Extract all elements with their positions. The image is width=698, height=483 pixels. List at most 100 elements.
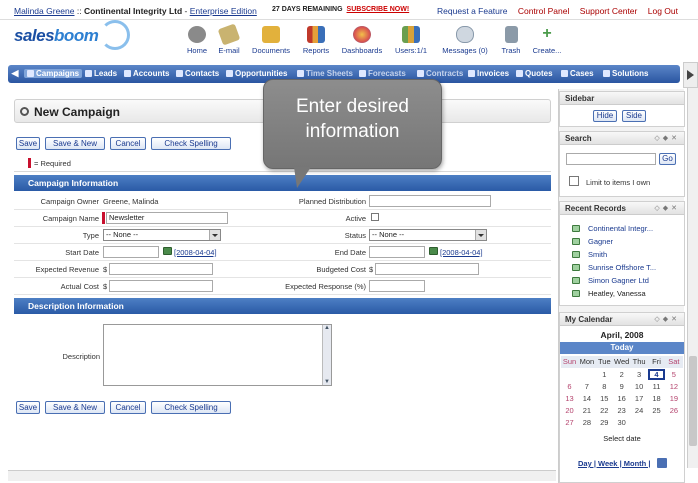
- panel-controls-icon[interactable]: ◇◆✕: [654, 132, 680, 145]
- hide-sidebar-button[interactable]: Hide: [593, 110, 617, 122]
- tab-campaigns[interactable]: Campaigns: [24, 69, 83, 78]
- calendar-day[interactable]: 2: [613, 369, 630, 380]
- create-shortcut[interactable]: + Create...: [522, 26, 572, 56]
- description-scrollbar[interactable]: [322, 325, 331, 385]
- today-button[interactable]: Today: [560, 342, 684, 354]
- start-date-today-link[interactable]: [2008-04-04]: [174, 248, 217, 257]
- request-feature-link[interactable]: Request a Feature: [437, 6, 507, 16]
- tab-opportunities[interactable]: Opportunities: [226, 69, 287, 78]
- type-select[interactable]: -- None --: [103, 229, 221, 241]
- actual-cost-input[interactable]: [109, 280, 213, 292]
- tab-time-sheets[interactable]: Time Sheets: [297, 69, 353, 78]
- edition-link[interactable]: Enterprise Edition: [190, 6, 257, 16]
- calendar-day[interactable]: 28: [578, 417, 595, 428]
- support-center-link[interactable]: Support Center: [580, 6, 638, 16]
- salesboom-logo[interactable]: V8 salesboom: [14, 20, 130, 50]
- calendar-day[interactable]: 12: [665, 381, 682, 392]
- documents-shortcut[interactable]: Documents: [246, 26, 296, 55]
- check-spelling-button[interactable]: Check Spelling: [151, 137, 231, 150]
- calendar-view-links[interactable]: Day | Week | Month |: [578, 459, 650, 468]
- tab-cases[interactable]: Cases: [561, 69, 594, 78]
- calendar-day[interactable]: 15: [596, 393, 613, 404]
- tab-invoices[interactable]: Invoices: [468, 69, 509, 78]
- expected-response-input[interactable]: [369, 280, 425, 292]
- calendar-day[interactable]: 24: [631, 405, 648, 416]
- start-date-calendar-icon[interactable]: [163, 247, 172, 255]
- expected-revenue-input[interactable]: [109, 263, 213, 275]
- save-button[interactable]: Save: [16, 401, 40, 414]
- save-new-button[interactable]: Save & New: [45, 401, 105, 414]
- limit-items-checkbox[interactable]: [569, 176, 579, 186]
- save-new-button[interactable]: Save & New: [45, 137, 105, 150]
- logout-link[interactable]: Log Out: [648, 6, 678, 16]
- calendar-day[interactable]: 25: [648, 405, 665, 416]
- scroll-thumb[interactable]: [689, 356, 697, 446]
- time-sheets-icon: [297, 70, 304, 77]
- calendar-icon[interactable]: [657, 458, 667, 468]
- tab-contracts[interactable]: Contracts: [417, 69, 463, 78]
- subscribe-link[interactable]: SUBSCRIBE NOW!: [347, 6, 410, 13]
- calendar-day[interactable]: 27: [561, 417, 578, 428]
- tab-accounts[interactable]: Accounts: [124, 69, 169, 78]
- calendar-day[interactable]: 9: [613, 381, 630, 392]
- start-date-input[interactable]: [103, 246, 159, 258]
- end-date-input[interactable]: [369, 246, 425, 258]
- calendar-day[interactable]: 23: [613, 405, 630, 416]
- calendar-day[interactable]: 20: [561, 405, 578, 416]
- calendar-day-selected[interactable]: 4: [648, 369, 665, 380]
- campaign-name-input[interactable]: Newsletter: [106, 212, 228, 224]
- calendar-day[interactable]: 16: [613, 393, 630, 404]
- cancel-button[interactable]: Cancel: [110, 401, 146, 414]
- end-date-today-link[interactable]: [2008-04-04]: [440, 248, 483, 257]
- nav-scroll-right-icon[interactable]: [683, 62, 698, 88]
- calendar-day[interactable]: 11: [648, 381, 665, 392]
- check-spelling-button[interactable]: Check Spelling: [151, 401, 231, 414]
- calendar-day[interactable]: 7: [578, 381, 595, 392]
- calendar-day[interactable]: 14: [578, 393, 595, 404]
- tab-solutions[interactable]: Solutions: [603, 69, 648, 78]
- calendar-day[interactable]: 5: [665, 369, 682, 380]
- tab-forecasts[interactable]: Forecasts: [359, 69, 406, 78]
- description-textarea[interactable]: [103, 324, 332, 386]
- calendar-day[interactable]: 19: [665, 393, 682, 404]
- tab-quotes[interactable]: Quotes: [516, 69, 553, 78]
- side-button[interactable]: Side: [622, 110, 646, 122]
- calendar-day[interactable]: 30: [613, 417, 630, 428]
- calendar-day[interactable]: 6: [561, 381, 578, 392]
- save-button[interactable]: Save: [16, 137, 40, 150]
- messages-shortcut[interactable]: Messages (0): [440, 26, 490, 55]
- end-date-calendar-icon[interactable]: [429, 247, 438, 255]
- forecasts-icon: [359, 70, 366, 77]
- calendar-day[interactable]: 1: [596, 369, 613, 380]
- panel-controls-icon[interactable]: ◇◆✕: [654, 202, 680, 215]
- control-panel-link[interactable]: Control Panel: [518, 6, 570, 16]
- calendar-day[interactable]: 8: [596, 381, 613, 392]
- users-shortcut[interactable]: Users:1/1: [386, 26, 436, 55]
- page-vertical-scrollbar[interactable]: [687, 88, 698, 468]
- status-select[interactable]: -- None --: [369, 229, 487, 241]
- calendar-day[interactable]: 26: [665, 405, 682, 416]
- record-icon: [572, 225, 580, 232]
- calendar-day[interactable]: 10: [631, 381, 648, 392]
- tab-leads[interactable]: Leads: [85, 69, 117, 78]
- calendar-day[interactable]: 13: [561, 393, 578, 404]
- panel-controls-icon[interactable]: ◇◆✕: [654, 313, 680, 326]
- calendar-day[interactable]: 22: [596, 405, 613, 416]
- tab-contacts[interactable]: Contacts: [176, 69, 219, 78]
- go-button[interactable]: Go: [659, 153, 676, 165]
- page-horizontal-scrollbar[interactable]: [8, 470, 556, 481]
- nav-scroll-left-icon[interactable]: ◀: [10, 68, 20, 80]
- calendar-day[interactable]: 3: [631, 369, 648, 380]
- calendar-day[interactable]: 17: [631, 393, 648, 404]
- budgeted-cost-input[interactable]: [375, 263, 479, 275]
- cancel-button[interactable]: Cancel: [110, 137, 146, 150]
- user-link[interactable]: Malinda Greene: [14, 6, 74, 16]
- active-checkbox[interactable]: [371, 213, 379, 221]
- sidebar-search-input[interactable]: [566, 153, 656, 165]
- calendar-day[interactable]: 29: [596, 417, 613, 428]
- calendar-day[interactable]: 21: [578, 405, 595, 416]
- dashboards-shortcut[interactable]: Dashboards: [337, 26, 387, 55]
- calendar-day[interactable]: 18: [648, 393, 665, 404]
- reports-shortcut[interactable]: Reports: [291, 26, 341, 55]
- planned-distribution-input[interactable]: [369, 195, 491, 207]
